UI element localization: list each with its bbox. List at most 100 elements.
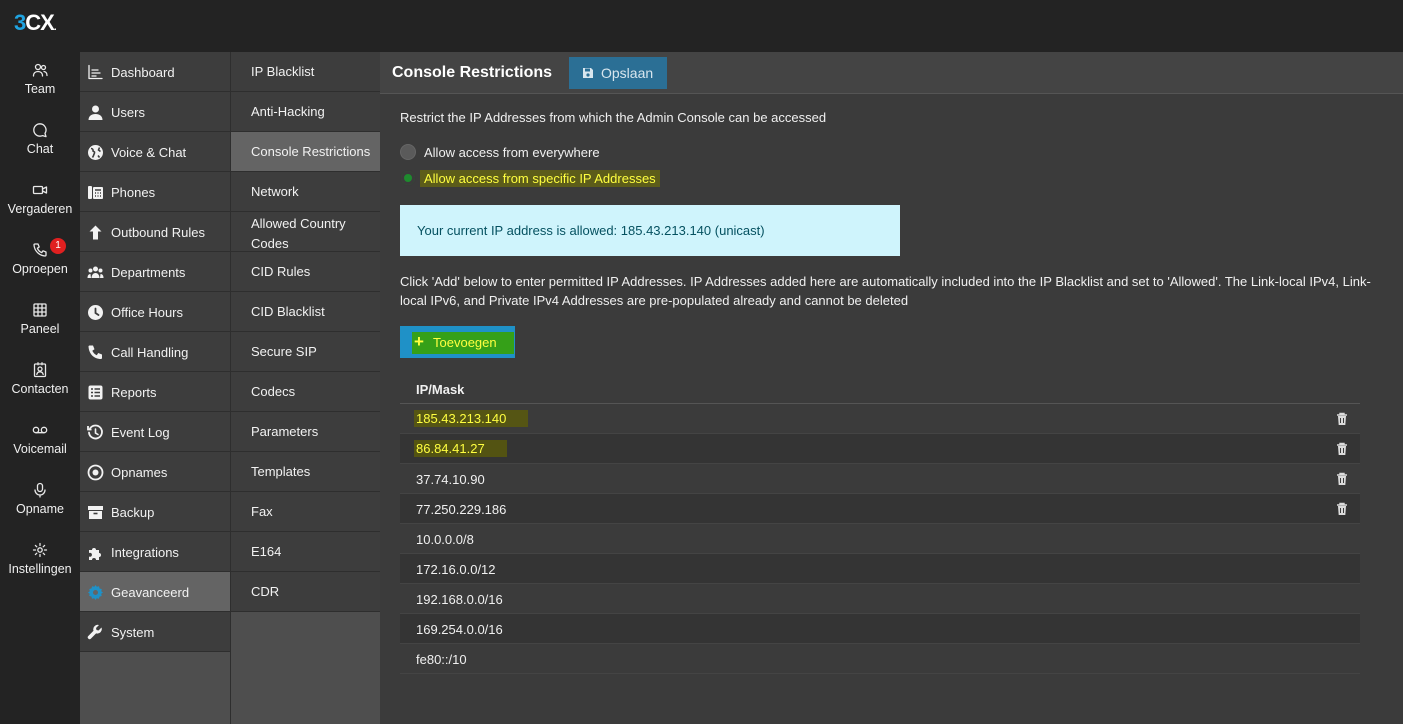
current-ip-text: Your current IP address is allowed: 185.… <box>417 223 765 238</box>
rail-item-contacten[interactable]: Contacten <box>0 352 80 412</box>
nav-item-outbound-rules[interactable]: Outbound Rules <box>80 212 230 252</box>
subnav-item-console-restrictions[interactable]: Console Restrictions <box>231 132 380 172</box>
rail-item-voicemail[interactable]: Voicemail <box>0 412 80 472</box>
table-row: 192.168.0.0/16 <box>400 584 1360 614</box>
rail-item-label: Voicemail <box>13 442 67 456</box>
save-button-label: Opslaan <box>601 65 654 81</box>
trash-icon[interactable] <box>1334 501 1350 517</box>
table-row: 86.84.41.27 <box>400 434 1360 464</box>
trash-icon[interactable] <box>1334 441 1350 457</box>
subnav-item-ip-blacklist[interactable]: IP Blacklist <box>231 52 380 92</box>
rail-item-label: Chat <box>26 142 54 156</box>
subnav-item-parameters[interactable]: Parameters <box>231 412 380 452</box>
subnav-item-label: CID Rules <box>251 264 311 279</box>
subnav-item-e164[interactable]: E164 <box>231 532 380 572</box>
rail-item-label: Opname <box>16 502 64 516</box>
subnav-item-cid-rules[interactable]: CID Rules <box>231 252 380 292</box>
table-header: IP/Mask <box>400 374 1360 404</box>
current-ip-alert: Your current IP address is allowed: 185.… <box>400 205 900 256</box>
grid-icon <box>33 303 47 317</box>
3cx-logo[interactable]: 3CX. <box>14 10 56 36</box>
nav-item-users[interactable]: Users <box>80 92 230 132</box>
cog-icon <box>88 585 103 600</box>
contact-card-icon <box>33 362 47 378</box>
nav-item-call-handling[interactable]: Call Handling <box>80 332 230 372</box>
app-rail: Team Chat Vergaderen Oproepen 1 Paneel Contact… <box>0 52 80 724</box>
rail-item-instellingen[interactable]: Instellingen <box>0 532 80 592</box>
subnav-item-allowed-country-codes[interactable]: Allowed Country Codes <box>231 212 380 252</box>
add-button-label: Toevoegen <box>433 335 497 350</box>
radio-circle-checked[interactable] <box>400 170 416 186</box>
table-row: 37.74.10.90 <box>400 464 1360 494</box>
ip-mask-cell: 185.43.213.140 <box>414 410 529 427</box>
nav-item-system[interactable]: System <box>80 612 230 652</box>
subnav-item-label: CDR <box>251 584 280 599</box>
nav-item-dashboard[interactable]: Dashboard <box>80 52 230 92</box>
add-instructions: Click 'Add' below to enter permitted IP … <box>400 274 1371 308</box>
notification-badge: 1 <box>50 238 66 254</box>
subnav-item-label: E164 <box>251 544 282 559</box>
gear-icon <box>32 542 48 558</box>
ip-mask-cell: fe80::/10 <box>416 652 467 667</box>
ip-mask-cell: 169.254.0.0/16 <box>416 622 503 637</box>
rail-item-label: Team <box>24 82 56 96</box>
nav-item-event-log[interactable]: Event Log <box>80 412 230 452</box>
subnav-item-label: Parameters <box>251 424 319 439</box>
video-icon <box>32 185 48 195</box>
subnav-item-label: Secure SIP <box>251 344 317 359</box>
add-button[interactable]: + Toevoegen <box>400 326 515 358</box>
nav-item-label: Reports <box>111 385 157 400</box>
ip-mask-cell: 86.84.41.27 <box>414 440 507 457</box>
nav-item-voice-chat[interactable]: Voice & Chat <box>80 132 230 172</box>
team-icon <box>32 63 48 77</box>
rail-item-oproepen[interactable]: Oproepen 1 <box>0 232 80 292</box>
radio-circle[interactable] <box>400 144 416 160</box>
table-row: 172.16.0.0/12 <box>400 554 1360 584</box>
floppy-disk-icon <box>583 68 593 78</box>
rail-item-vergaderen[interactable]: Vergaderen <box>0 172 80 232</box>
departments-icon <box>87 266 104 278</box>
rail-item-label: Vergaderen <box>7 202 73 216</box>
page-header: Console Restrictions Opslaan <box>380 52 1403 94</box>
nav-item-integrations[interactable]: Integrations <box>80 532 230 572</box>
table-row: 185.43.213.140 <box>400 404 1360 434</box>
user-icon <box>88 105 103 120</box>
save-button[interactable]: Opslaan <box>569 57 667 89</box>
phones-icon <box>88 186 103 199</box>
rail-item-team[interactable]: Team <box>0 52 80 112</box>
nav-item-reports[interactable]: Reports <box>80 372 230 412</box>
top-bar: 3CX. <box>0 0 1403 52</box>
nav-item-departments[interactable]: Departments <box>80 252 230 292</box>
subnav-item-templates[interactable]: Templates <box>231 452 380 492</box>
page-title: Console Restrictions <box>392 64 553 81</box>
nav-item-backup[interactable]: Backup <box>80 492 230 532</box>
nav-item-label: Departments <box>111 265 186 280</box>
nav-item-label: Opnames <box>111 465 168 480</box>
subnav-item-secure-sip[interactable]: Secure SIP <box>231 332 380 372</box>
nav-item-geavanceerd[interactable]: Geavanceerd <box>80 572 230 612</box>
nav-item-phones[interactable]: Phones <box>80 172 230 212</box>
subnav-item-anti-hacking[interactable]: Anti-Hacking <box>231 92 380 132</box>
rail-item-chat[interactable]: Chat <box>0 112 80 172</box>
handset-icon <box>88 345 102 359</box>
subnav-item-codecs[interactable]: Codecs <box>231 372 380 412</box>
nav-item-office-hours[interactable]: Office Hours <box>80 292 230 332</box>
nav-item-label: Integrations <box>111 545 179 560</box>
subnav-item-fax[interactable]: Fax <box>231 492 380 532</box>
nav-item-label: Outbound Rules <box>111 225 205 240</box>
trash-icon[interactable] <box>1334 411 1350 427</box>
rail-item-opname[interactable]: Opname <box>0 472 80 532</box>
subnav-item-network[interactable]: Network <box>231 172 380 212</box>
subnav-item-label: Allowed Country Codes <box>251 216 346 251</box>
globe-icon <box>88 145 103 160</box>
subnav-item-label: Console Restrictions <box>251 144 371 159</box>
nav-item-opnames[interactable]: Opnames <box>80 452 230 492</box>
subnav-item-label: IP Blacklist <box>251 64 315 79</box>
subnav-item-cdr[interactable]: CDR <box>231 572 380 612</box>
reports-icon <box>88 385 103 400</box>
rail-item-paneel[interactable]: Paneel <box>0 292 80 352</box>
trash-icon[interactable] <box>1334 471 1350 487</box>
subnav-item-cid-blacklist[interactable]: CID Blacklist <box>231 292 380 332</box>
voicemail-icon <box>32 426 48 434</box>
nav-item-label: Dashboard <box>111 65 175 80</box>
